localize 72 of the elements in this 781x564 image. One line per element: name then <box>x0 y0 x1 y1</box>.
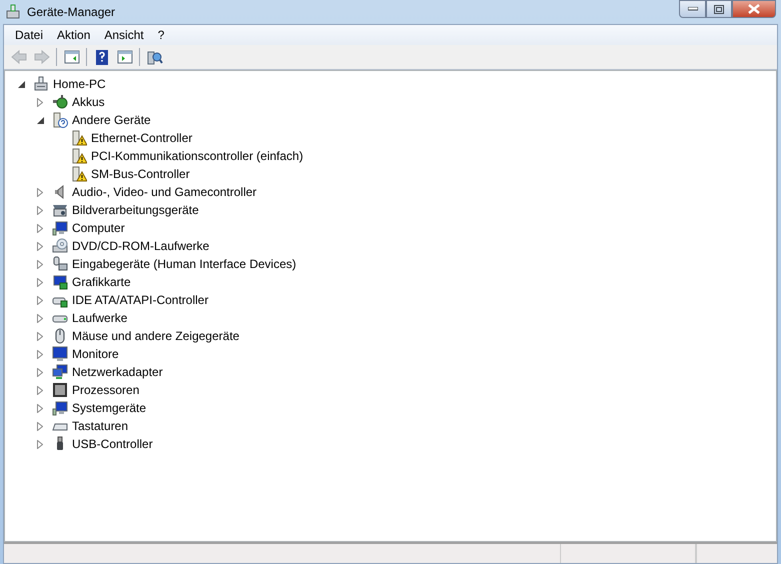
warning-device-icon <box>71 148 87 164</box>
tree-item[interactable]: Computer <box>72 221 125 235</box>
collapse-arrow-icon[interactable] <box>36 116 44 124</box>
menu-item[interactable]: ? <box>150 26 172 44</box>
monitor-icon <box>52 400 68 416</box>
tree-item[interactable]: USB-Controller <box>72 437 153 451</box>
expand-arrow-icon[interactable] <box>37 350 43 358</box>
tree-item[interactable]: SM-Bus-Controller <box>91 167 190 181</box>
tree-item[interactable]: Akkus <box>72 95 105 109</box>
menu-item[interactable]: Datei <box>8 26 50 44</box>
disc-drive-icon <box>52 238 68 254</box>
warning-device-icon <box>71 166 87 182</box>
monitor-icon <box>52 220 68 236</box>
tree-item[interactable]: Monitore <box>72 347 119 361</box>
menu-item[interactable]: Ansicht <box>97 26 151 44</box>
expand-arrow-icon[interactable] <box>37 98 43 106</box>
device-manager-icon <box>5 4 21 20</box>
tree-item[interactable]: Audio-, Video- und Gamecontroller <box>72 185 257 199</box>
unknown-device-icon <box>52 112 68 128</box>
tree-item[interactable]: Systemgeräte <box>72 401 146 415</box>
expand-arrow-icon[interactable] <box>37 242 43 250</box>
scanner-icon <box>52 202 68 218</box>
expand-arrow-icon[interactable] <box>37 206 43 214</box>
tree-item[interactable]: Laufwerke <box>72 311 128 325</box>
monitor-icon <box>52 346 68 362</box>
tree-item[interactable]: PCI-Kommunikationscontroller (einfach) <box>91 149 304 163</box>
window-title: Geräte-Manager <box>27 5 116 19</box>
expand-arrow-icon[interactable] <box>37 188 43 196</box>
tree-item[interactable]: Netzwerkadapter <box>72 365 163 379</box>
view-pane-icon <box>116 49 132 65</box>
expand-arrow-icon[interactable] <box>37 314 43 322</box>
warning-device-icon <box>71 130 87 146</box>
tree-item[interactable]: Bildverarbeitungsgeräte <box>72 203 199 217</box>
close-icon <box>748 4 760 14</box>
tree-item[interactable]: Eingabegeräte (Human Interface Devices) <box>72 257 296 271</box>
battery-plug-icon <box>52 94 68 110</box>
properties-icon <box>64 49 80 65</box>
help-icon <box>94 49 110 65</box>
network-icon <box>52 364 68 380</box>
back-arrow-icon <box>10 49 26 65</box>
expand-arrow-icon[interactable] <box>37 260 43 268</box>
expand-arrow-icon[interactable] <box>37 404 43 412</box>
collapse-arrow-icon[interactable] <box>18 80 24 88</box>
expand-arrow-icon[interactable] <box>37 440 43 448</box>
expand-arrow-icon[interactable] <box>37 224 43 232</box>
minimize-icon <box>688 7 698 11</box>
expand-arrow-icon[interactable] <box>37 422 43 430</box>
close-button[interactable] <box>732 0 776 18</box>
expand-arrow-icon[interactable] <box>37 332 43 340</box>
input-device-icon <box>52 256 68 272</box>
expand-arrow-icon[interactable] <box>37 386 43 394</box>
maximize-icon <box>714 4 724 14</box>
processor-icon <box>52 382 68 398</box>
expand-arrow-icon[interactable] <box>37 278 43 286</box>
computer-icon <box>33 76 49 92</box>
tree-item[interactable]: DVD/CD-ROM-Laufwerke <box>72 239 210 253</box>
expand-arrow-icon[interactable] <box>37 296 43 304</box>
tree-item[interactable]: Andere Geräte <box>72 113 151 127</box>
tree-item[interactable]: Tastaturen <box>72 419 128 433</box>
scan-hardware-icon <box>146 49 162 65</box>
forward-arrow-icon <box>34 49 50 65</box>
tree-item[interactable]: Prozessoren <box>72 383 140 397</box>
menu-item[interactable]: Aktion <box>50 26 98 44</box>
tree-item[interactable]: Home-PC <box>53 77 106 91</box>
minimize-button[interactable] <box>679 0 706 18</box>
tree-item[interactable]: IDE ATA/ATAPI-Controller <box>72 293 208 307</box>
tree-item[interactable]: Mäuse und andere Zeigegeräte <box>72 329 240 343</box>
tree-item[interactable]: Ethernet-Controller <box>91 131 192 145</box>
expand-arrow-icon[interactable] <box>37 368 43 376</box>
graphics-card-icon <box>52 274 68 290</box>
tree-item[interactable]: Grafikkarte <box>72 275 131 289</box>
maximize-button[interactable] <box>706 0 732 18</box>
